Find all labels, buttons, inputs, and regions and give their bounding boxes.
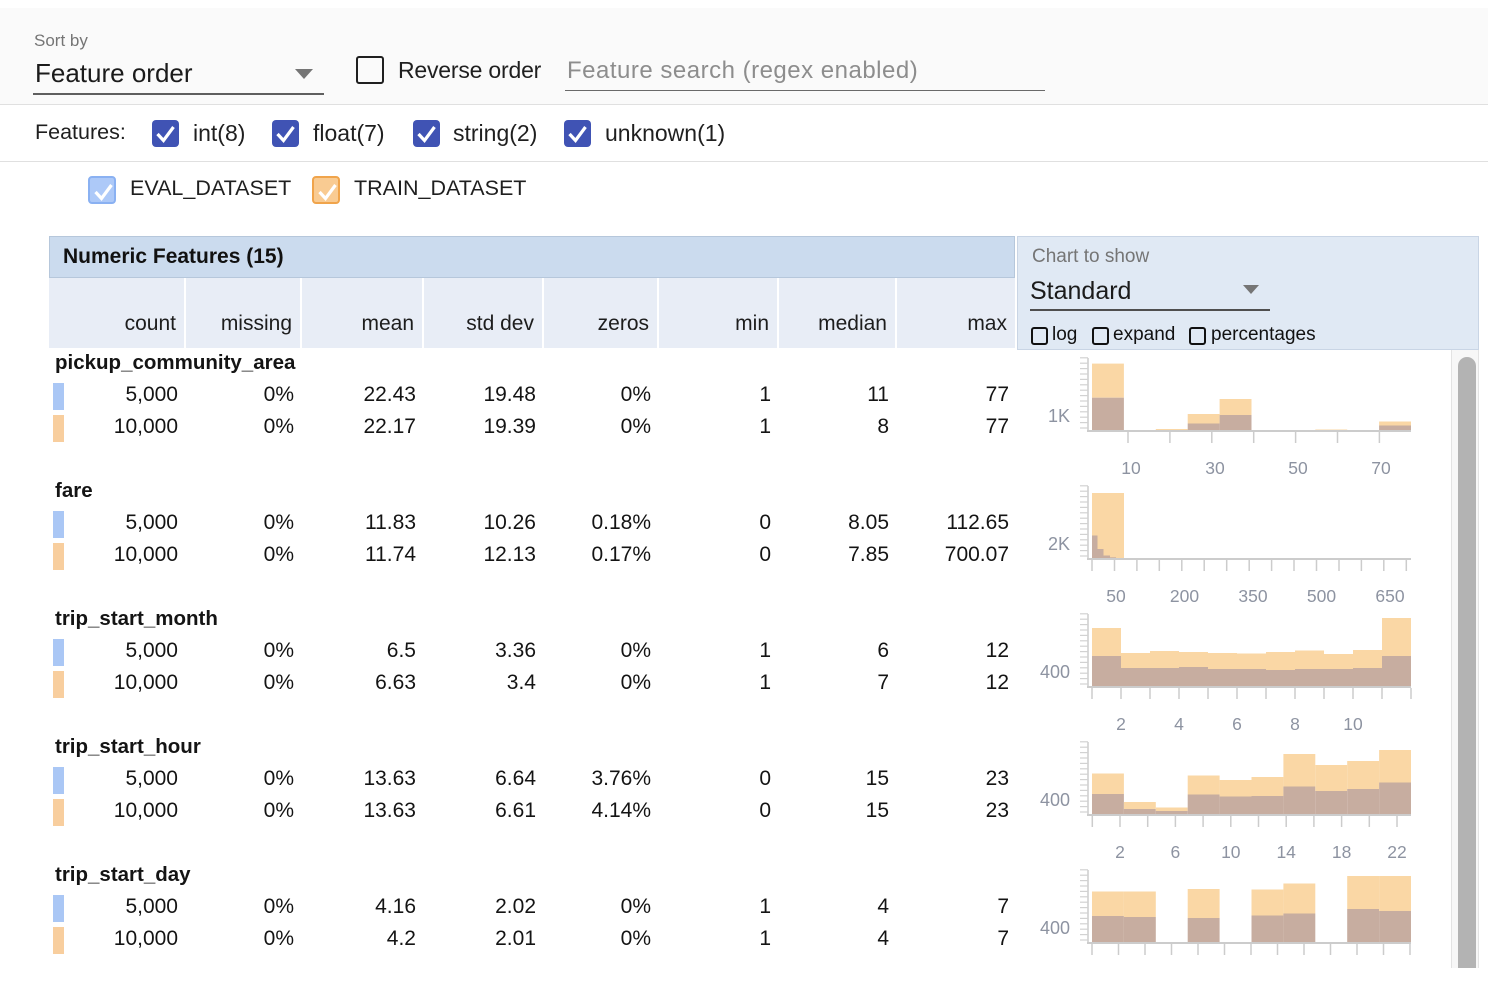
svg-text:2: 2 [1116, 714, 1126, 734]
svg-text:70: 70 [1371, 458, 1391, 478]
svg-text:8: 8 [1290, 714, 1300, 734]
svg-text:10: 10 [1221, 842, 1241, 862]
svg-text:50: 50 [1288, 458, 1308, 478]
svg-text:6: 6 [1232, 714, 1242, 734]
svg-text:350: 350 [1238, 586, 1267, 606]
svg-text:400: 400 [1040, 790, 1070, 810]
svg-text:6: 6 [1171, 842, 1181, 862]
svg-text:14: 14 [1276, 842, 1296, 862]
svg-text:4: 4 [1174, 714, 1184, 734]
svg-text:2K: 2K [1048, 534, 1070, 554]
svg-text:30: 30 [1205, 458, 1225, 478]
svg-text:400: 400 [1040, 918, 1070, 938]
svg-text:10: 10 [1121, 458, 1141, 478]
svg-text:2: 2 [1115, 842, 1125, 862]
svg-text:400: 400 [1040, 662, 1070, 682]
svg-text:10: 10 [1343, 714, 1363, 734]
svg-text:18: 18 [1332, 842, 1351, 862]
svg-text:200: 200 [1170, 586, 1199, 606]
svg-text:650: 650 [1375, 586, 1404, 606]
svg-text:22: 22 [1387, 842, 1406, 862]
svg-text:1K: 1K [1048, 406, 1070, 426]
svg-text:500: 500 [1307, 586, 1336, 606]
svg-text:50: 50 [1106, 586, 1126, 606]
